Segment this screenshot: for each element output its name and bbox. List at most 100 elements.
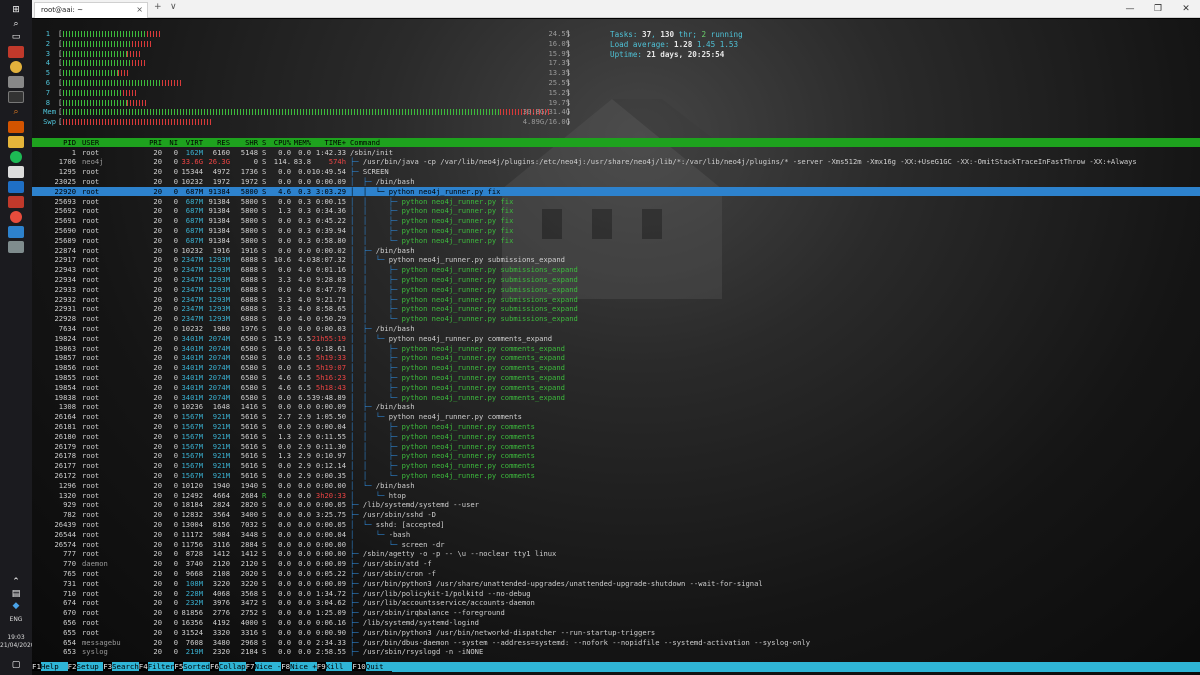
fkey-f5[interactable]: F5Sorted xyxy=(174,662,210,672)
maximize-button[interactable]: ❐ xyxy=(1146,0,1170,18)
app-icon-blue[interactable] xyxy=(8,226,24,238)
column-header-time[interactable]: TIME+ xyxy=(325,138,347,147)
process-row[interactable]: 22874 root 20 0 10232 1916 1916 S 0.0 0.0 0:00.02 │… xyxy=(32,246,1200,256)
fkey-f10[interactable]: F10Quit xyxy=(352,662,393,672)
process-row[interactable]: 653 syslog 20 0 219M 2320 2184 S 0.0 0.0 2:58.55 ├─… xyxy=(32,647,1200,657)
process-row[interactable]: 23025 root 20 0 10232 1972 1972 S 0.0 0.0 0:00.09 │… xyxy=(32,177,1200,187)
mail-icon[interactable] xyxy=(8,166,24,178)
process-row[interactable]: 19857 root 20 0 3401M 2074M 6580 S 0.0 6.5 5h19:33… xyxy=(32,353,1200,363)
process-row[interactable]: 19824 root 20 0 3401M 2074M 6580 S 15.9 6.5 21h55:… xyxy=(32,334,1200,344)
tab-dropdown-button[interactable]: ∨ xyxy=(170,2,177,12)
process-row[interactable]: 25693 root 20 0 687M 91384 5800 S 0.0 0.3 0:00.15 │… xyxy=(32,197,1200,207)
process-row[interactable]: 26574 root 20 0 11756 3116 2884 S 0.0 0.0 0:00.00 │… xyxy=(32,540,1200,550)
vscode-icon[interactable] xyxy=(8,181,24,193)
process-row[interactable]: 22934 root 20 0 2347M 1293M 6888 S 3.3 4.0 9:28.03… xyxy=(32,275,1200,285)
process-row[interactable]: 1295 root 20 0 15344 4972 1736 S 0.0 0.0 10:49.54 ├… xyxy=(32,167,1200,177)
process-row[interactable]: 25690 root 20 0 687M 91384 5800 S 0.0 0.3 0:39.94 │… xyxy=(32,226,1200,236)
column-header-res[interactable]: RES xyxy=(217,138,230,147)
paint-icon[interactable] xyxy=(8,121,24,133)
folder-icon[interactable] xyxy=(8,136,24,148)
search-app-icon[interactable]: ⌕ xyxy=(8,106,24,118)
process-row[interactable]: 929 root 20 0 18184 2824 2820 S 0.0 0.0 0:00.05 ├─ … xyxy=(32,500,1200,510)
process-row[interactable]: 25691 root 20 0 687M 91384 5800 S 0.0 0.3 0:45.22 │… xyxy=(32,216,1200,226)
notifications-icon[interactable]: ▢ xyxy=(8,659,24,671)
process-row[interactable]: 22932 root 20 0 2347M 1293M 6888 S 3.3 4.0 9:21.71… xyxy=(32,295,1200,305)
process-row[interactable]: 19856 root 20 0 3401M 2074M 6580 S 0.0 6.5 5h19:07… xyxy=(32,363,1200,373)
task-view-icon[interactable]: ▭ xyxy=(8,31,24,43)
fkey-f7[interactable]: F7Nice - xyxy=(245,662,282,672)
close-button[interactable]: ✕ xyxy=(1174,0,1198,18)
fkey-f9[interactable]: F9Kill xyxy=(316,662,353,672)
process-row[interactable]: 670 root 20 0 81856 2776 2752 S 0.0 0.0 1:25.09 ├─ … xyxy=(32,608,1200,618)
process-row[interactable]: 1296 root 20 0 10120 1940 1940 S 0.0 0.0 0:00.00 │ … xyxy=(32,481,1200,491)
app-icon-gray[interactable] xyxy=(8,241,24,253)
process-row[interactable]: 26179 root 20 0 1567M 921M 5616 S 0.0 2.9 0:11.30 │… xyxy=(32,442,1200,452)
process-row[interactable]: 22928 root 20 0 2347M 1293M 6888 S 0.0 4.0 0:50.29… xyxy=(32,314,1200,324)
process-row[interactable]: 7634 root 20 0 10232 1980 1976 S 0.0 0.0 0:00.03 │ … xyxy=(32,324,1200,334)
terminal-icon[interactable] xyxy=(8,91,24,103)
clock-date[interactable]: 21/04/2020 xyxy=(0,642,35,650)
tray-chevron-icon[interactable]: ⌃ xyxy=(8,576,24,588)
process-row[interactable]: 19855 root 20 0 3401M 2074M 6580 S 4.6 6.5 5h16:23… xyxy=(32,373,1200,383)
spotify-icon[interactable] xyxy=(10,151,22,163)
process-row[interactable]: 1 root 20 0 162M 6160 5148 S 0.0 0.0 1:42.33/sbin/… xyxy=(32,148,1200,158)
column-header-command[interactable]: Command xyxy=(350,138,380,147)
fkey-f1[interactable]: F1Help xyxy=(32,662,68,672)
app-icon-red-2[interactable] xyxy=(10,211,22,223)
fkey-f6[interactable]: F6Collap xyxy=(210,662,246,672)
process-row[interactable]: 19854 root 20 0 3401M 2074M 6580 S 4.6 6.5 5h18:43… xyxy=(32,383,1200,393)
process-row[interactable]: 26178 root 20 0 1567M 921M 5616 S 1.3 2.9 0:10.97 │… xyxy=(32,451,1200,461)
process-row[interactable]: 782 root 20 0 12832 3564 3400 S 0.0 0.0 3:25.75 ├─ … xyxy=(32,510,1200,520)
process-row[interactable]: 1706 neo4j 20 0 33.6G 26.3G 0 S 114. 83.8 574h ├─ /… xyxy=(32,157,1200,167)
column-header-pid[interactable]: PID xyxy=(63,138,76,147)
process-row[interactable]: 26172 root 20 0 1567M 921M 5616 S 0.0 2.9 0:00.35 │… xyxy=(32,471,1200,481)
dropbox-icon[interactable]: ◆ xyxy=(8,600,24,612)
column-header-ni[interactable]: NI xyxy=(169,138,178,147)
process-row[interactable]: 731 root 20 0 108M 3220 3220 S 0.0 0.0 0:00.09 ├─ /… xyxy=(32,579,1200,589)
search-icon[interactable]: ⌕ xyxy=(8,18,24,30)
chrome-icon[interactable] xyxy=(10,61,22,73)
tab-close-icon[interactable]: × xyxy=(136,3,143,17)
process-row[interactable]: 22920 root 20 0 687M 91384 5800 S 4.6 0.3 3:03.29 │… xyxy=(32,186,1200,197)
terminal-tab[interactable]: root@aai: ~ × xyxy=(34,2,148,18)
process-row[interactable]: 770 daemon 20 0 3740 2120 2120 S 0.0 0.0 0:00.09 ├─… xyxy=(32,559,1200,569)
fkey-f4[interactable]: F4Filter xyxy=(138,662,175,672)
process-row[interactable]: 654 messagebu 20 0 7608 3480 2968 S 0.0 0.0 2:34.3… xyxy=(32,638,1200,648)
process-row[interactable]: 22933 root 20 0 2347M 1293M 6888 S 0.0 4.0 8:47.78… xyxy=(32,285,1200,295)
process-row[interactable]: 777 root 20 0 8728 1412 1412 S 0.0 0.0 0:00.00 ├─ /… xyxy=(32,549,1200,559)
clock-time[interactable]: 19:03 xyxy=(0,634,32,642)
app-icon-red[interactable] xyxy=(8,46,24,58)
process-row[interactable]: 655 root 20 0 31524 3320 3316 S 0.0 0.0 0:00.90 ├─ … xyxy=(32,628,1200,638)
column-header-s[interactable]: S xyxy=(262,138,266,147)
process-row[interactable]: 1320 root 20 0 12492 4664 2684 R 0.0 0.0 3h20:33 │ … xyxy=(32,491,1200,501)
process-row[interactable]: 674 root 20 0 232M 3976 3472 S 0.0 0.0 3:04.62 ├─ /… xyxy=(32,598,1200,608)
column-header-cpu[interactable]: CPU% xyxy=(274,138,291,147)
process-row[interactable]: 1308 root 20 0 10236 1648 1416 S 0.0 0.0 0:00.09 │ … xyxy=(32,402,1200,412)
process-row[interactable]: 26544 root 20 0 11172 5084 3448 S 0.0 0.0 0:00.04 │… xyxy=(32,530,1200,540)
process-row[interactable]: 26439 root 20 0 13004 8156 7032 S 0.0 0.0 0:00.05 │… xyxy=(32,520,1200,530)
column-header-mem[interactable]: MEM% xyxy=(294,138,311,147)
column-header-pri[interactable]: PRI xyxy=(149,138,162,147)
pdf-icon[interactable] xyxy=(8,196,24,208)
process-row[interactable]: 710 root 20 0 228M 4068 3568 S 0.0 0.0 1:34.72 ├─ /… xyxy=(32,589,1200,599)
column-header-user[interactable]: USER xyxy=(82,138,99,147)
column-header-shr[interactable]: SHR xyxy=(245,138,258,147)
process-row[interactable]: 25692 root 20 0 687M 91384 5800 S 1.3 0.3 0:34.36 │… xyxy=(32,206,1200,216)
column-header-virt[interactable]: VIRT xyxy=(186,138,203,147)
process-row[interactable]: 656 root 20 0 16356 4192 4000 S 0.0 0.0 0:06.16 ├─ … xyxy=(32,618,1200,628)
windows-start-icon[interactable]: ⊞ xyxy=(8,4,24,16)
language-indicator[interactable]: ENG xyxy=(0,616,32,624)
fkey-f2[interactable]: F2Setup xyxy=(67,662,104,672)
new-tab-button[interactable]: + xyxy=(154,2,162,12)
process-row[interactable]: 26164 root 20 0 1567M 921M 5616 S 2.7 2.9 1:05.50 │… xyxy=(32,412,1200,422)
fkey-f8[interactable]: F8Nice + xyxy=(281,662,317,672)
process-row[interactable]: 765 root 20 0 9668 2108 2020 S 0.0 0.0 0:05.22 ├─ /… xyxy=(32,569,1200,579)
process-row[interactable]: 22943 root 20 0 2347M 1293M 6888 S 0.0 4.0 0:01.16… xyxy=(32,265,1200,275)
process-table-header[interactable]: PID USER PRI NI VIRT RES SHR S CPU% MEM% TIME+ Comm… xyxy=(32,138,1200,147)
files-icon[interactable] xyxy=(8,76,24,88)
process-row[interactable]: 19863 root 20 0 3401M 2074M 6580 S 0.0 6.5 0:18.61… xyxy=(32,344,1200,354)
terminal-viewport[interactable]: 1 [24.5%] 2 [16.0%] 3 [15.9%] 4 [17.3%] 5 [13.3%]… xyxy=(32,19,1200,675)
process-row[interactable]: 22931 root 20 0 2347M 1293M 6888 S 3.3 4.0 8:58.65… xyxy=(32,304,1200,314)
process-row[interactable]: 25689 root 20 0 687M 91384 5800 S 0.0 0.3 0:58.80 │… xyxy=(32,236,1200,246)
fkey-f3[interactable]: F3Search xyxy=(103,662,139,672)
